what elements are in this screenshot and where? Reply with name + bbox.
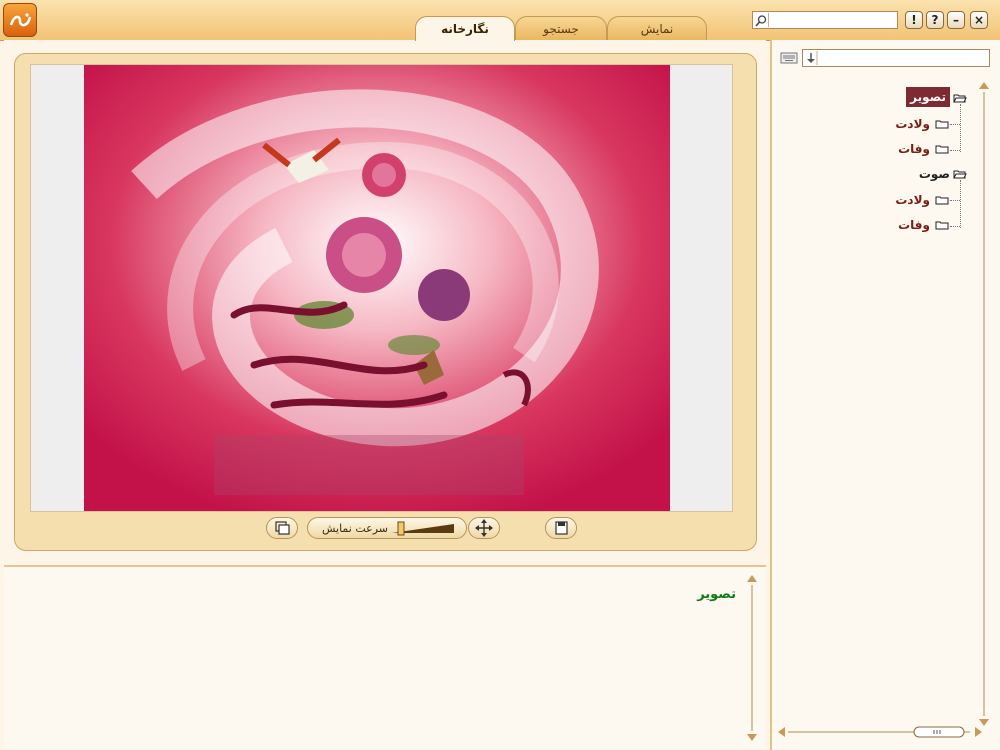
- fullscreen-button[interactable]: [468, 517, 500, 539]
- folder-icon[interactable]: [935, 220, 949, 230]
- speed-slider[interactable]: [388, 518, 458, 538]
- description-scrollbar[interactable]: [746, 573, 758, 743]
- scroll-right-icon: [975, 727, 982, 737]
- tree-vertical-scrollbar[interactable]: [978, 80, 990, 728]
- search-icon[interactable]: [754, 13, 769, 27]
- tree-node-audio[interactable]: صوت: [919, 167, 950, 181]
- minimize-button[interactable]: –: [947, 11, 965, 29]
- info-button[interactable]: !: [905, 11, 923, 29]
- search-input[interactable]: [770, 12, 894, 28]
- copy-icon: [275, 521, 290, 535]
- gallery-image: [84, 65, 670, 511]
- speed-control: سرعت نمایش: [307, 517, 467, 539]
- tree-filter-field[interactable]: [802, 49, 990, 67]
- search-field: [752, 11, 898, 29]
- scroll-thumb[interactable]: [913, 726, 965, 738]
- sidebar: تصویر ولادت وفات صوت ولادت وفات: [770, 40, 1000, 750]
- description-panel: تصویر: [4, 565, 766, 749]
- tree-node-image-death[interactable]: وفات: [898, 142, 930, 156]
- slideshow-controls: سرعت نمایش: [15, 517, 756, 543]
- save-icon: [555, 521, 568, 535]
- scroll-up-icon: [979, 82, 989, 89]
- keyboard-icon[interactable]: [780, 51, 798, 65]
- help-button[interactable]: ?: [926, 11, 944, 29]
- tab-display[interactable]: نمایش: [607, 16, 707, 40]
- description-title: تصویر: [697, 587, 736, 602]
- app-logo-icon[interactable]: [3, 3, 37, 37]
- title-bar: نمایش جستجو نگارخانه ! ? – ×: [0, 0, 1000, 41]
- tab-search[interactable]: جستجو: [515, 16, 607, 40]
- speed-slider-thumb[interactable]: [397, 521, 405, 536]
- tree-node-image[interactable]: تصویر: [906, 87, 950, 107]
- move-arrows-icon: [475, 519, 493, 537]
- tab-gallery[interactable]: نگارخانه: [415, 16, 515, 41]
- picture-viewport: [30, 64, 733, 512]
- scroll-up-icon: [747, 575, 757, 582]
- gallery-panel: سرعت نمایش: [4, 40, 766, 564]
- tree-node-audio-birth[interactable]: ولادت: [895, 193, 930, 207]
- folder-icon[interactable]: [935, 195, 949, 205]
- close-button[interactable]: ×: [970, 11, 988, 29]
- copy-image-button[interactable]: [266, 517, 298, 539]
- tree-node-image-birth[interactable]: ولادت: [895, 117, 930, 131]
- tree-horizontal-scrollbar[interactable]: [776, 725, 986, 739]
- open-folder-icon[interactable]: [953, 169, 967, 179]
- scroll-left-icon: [778, 727, 785, 737]
- open-folder-icon[interactable]: [953, 93, 967, 103]
- folder-icon[interactable]: [935, 119, 949, 129]
- download-arrow-icon[interactable]: [804, 50, 818, 66]
- scroll-down-icon: [747, 734, 757, 741]
- tree-node-audio-death[interactable]: وفات: [898, 218, 930, 232]
- speed-label: سرعت نمایش: [321, 522, 388, 535]
- folder-icon[interactable]: [935, 144, 949, 154]
- save-button[interactable]: [545, 517, 577, 539]
- picture-frame: سرعت نمایش: [14, 53, 757, 551]
